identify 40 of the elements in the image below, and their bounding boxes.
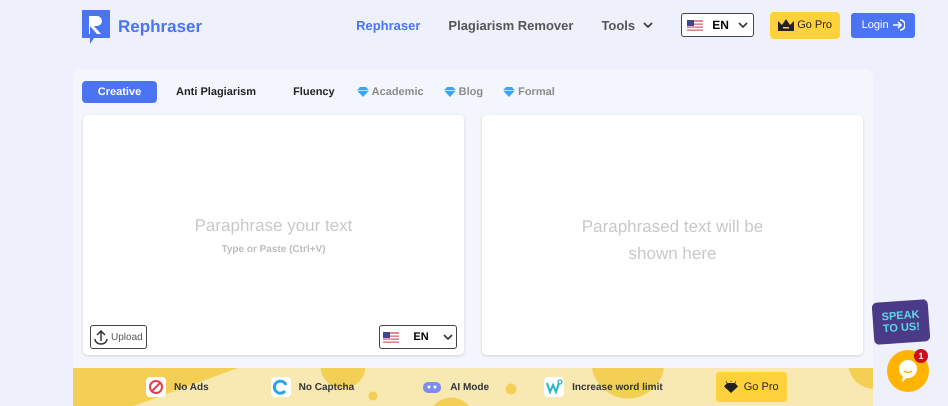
- login-icon: [892, 19, 905, 31]
- diamond-icon: [356, 86, 369, 96]
- nav-link[interactable]: Rephraser: [356, 18, 420, 32]
- diamond-icon: [503, 86, 516, 96]
- diamond-icon: [444, 86, 456, 96]
- nav-link[interactable]: Plagiarism Remover: [448, 18, 574, 32]
- upload-button[interactable]: Upload: [90, 325, 147, 349]
- chevron-down-icon: [442, 334, 453, 340]
- go-pro-button[interactable]: Go Pro: [716, 372, 787, 402]
- chevron-down-icon: [643, 22, 654, 28]
- w-icon: [544, 377, 564, 397]
- tools-menu[interactable]: Tools: [601, 18, 654, 32]
- flag-icon: [687, 20, 704, 30]
- no-ads-icon: [146, 377, 166, 397]
- refresh-icon: [270, 377, 291, 397]
- sticker-text: SPEAK: [881, 308, 920, 324]
- feature-label: AI Mode: [450, 382, 490, 392]
- chevron-down-icon: [738, 22, 748, 28]
- brand-name[interactable]: Rephraser: [118, 17, 202, 37]
- language-select[interactable]: EN: [379, 325, 457, 349]
- mode-tab[interactable]: Anti Plagiarism: [176, 80, 256, 102]
- mode-tab[interactable]: Creative: [82, 80, 157, 102]
- feature-label: No Captcha: [298, 382, 354, 392]
- upload-icon: [94, 330, 108, 344]
- mode-tab[interactable]: Fluency: [293, 80, 335, 102]
- flag-icon: [383, 332, 400, 342]
- speak-sticker[interactable]: SPEAK TO US!: [872, 299, 930, 345]
- language-select[interactable]: EN: [681, 13, 754, 37]
- input-hint: Type or Paste (Ctrl+V): [221, 244, 326, 254]
- chat-button[interactable]: [887, 350, 929, 392]
- feature-label: No Ads: [174, 382, 209, 392]
- sticker-text: TO US!: [882, 320, 920, 336]
- crown-icon: [778, 19, 794, 31]
- logo-icon: [82, 10, 110, 44]
- chat-bubble-icon: [898, 360, 918, 382]
- unread-badge: 1: [914, 349, 928, 363]
- diamond-icon: [724, 381, 738, 393]
- login-button[interactable]: Login: [851, 12, 916, 38]
- feature-label: Increase word limit: [572, 382, 663, 392]
- go-pro-button[interactable]: Go Pro: [770, 12, 840, 38]
